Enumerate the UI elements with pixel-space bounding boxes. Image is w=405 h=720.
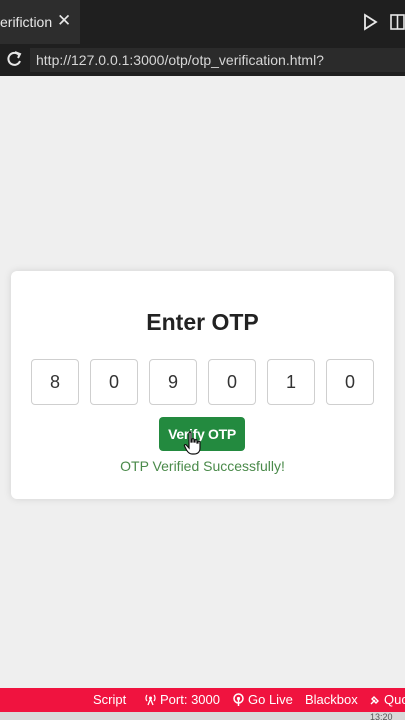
otp-digit-2[interactable]: 0	[90, 359, 138, 405]
otp-digit-3[interactable]: 9	[149, 359, 197, 405]
system-clock: 13:20	[370, 712, 393, 720]
url-field[interactable]: http://127.0.0.1:3000/otp/otp_verificati…	[30, 48, 405, 72]
statusbar-port[interactable]: Port: 3000	[144, 692, 220, 707]
otp-digit-6[interactable]: 0	[326, 359, 374, 405]
otp-input-row: 8 0 9 0 1 0	[31, 359, 375, 405]
port-label: Port: 3000	[160, 692, 220, 707]
close-icon[interactable]: ✕	[57, 12, 71, 29]
status-bar: Script Port: 3000 Go Live Blackbox Quo	[0, 688, 405, 712]
statusbar-blackbox[interactable]: Blackbox	[305, 692, 358, 707]
statusbar-script[interactable]: Script	[93, 692, 126, 707]
otp-card: Enter OTP 8 0 9 0 1 0 Verify OTP OTP Ver…	[11, 271, 394, 499]
split-editor-icon[interactable]	[390, 13, 405, 31]
quokka-icon	[370, 696, 379, 705]
page-viewport: Enter OTP 8 0 9 0 1 0 Verify OTP OTP Ver…	[0, 76, 405, 688]
success-message: OTP Verified Successfully!	[120, 458, 285, 474]
run-icon[interactable]	[362, 13, 378, 31]
tab-otp-verification[interactable]: erifiction ✕	[0, 0, 80, 44]
hand-cursor-icon	[183, 431, 201, 455]
otp-digit-4[interactable]: 0	[208, 359, 256, 405]
browser-address-bar: http://127.0.0.1:3000/otp/otp_verificati…	[0, 44, 405, 76]
tab-label: erifiction	[0, 14, 53, 30]
editor-tab-bar: erifiction ✕	[0, 0, 405, 44]
statusbar-quokka[interactable]: Quo	[369, 692, 405, 707]
broadcast-icon	[145, 694, 156, 706]
statusbar-go-live[interactable]: Go Live	[232, 692, 293, 707]
quokka-label: Quo	[384, 692, 405, 707]
reload-icon[interactable]	[5, 49, 23, 69]
otp-digit-5[interactable]: 1	[267, 359, 315, 405]
otp-digit-1[interactable]: 8	[31, 359, 79, 405]
radio-icon	[233, 693, 244, 706]
go-live-label: Go Live	[248, 692, 293, 707]
page-title: Enter OTP	[146, 309, 259, 335]
taskbar-strip	[0, 712, 405, 720]
